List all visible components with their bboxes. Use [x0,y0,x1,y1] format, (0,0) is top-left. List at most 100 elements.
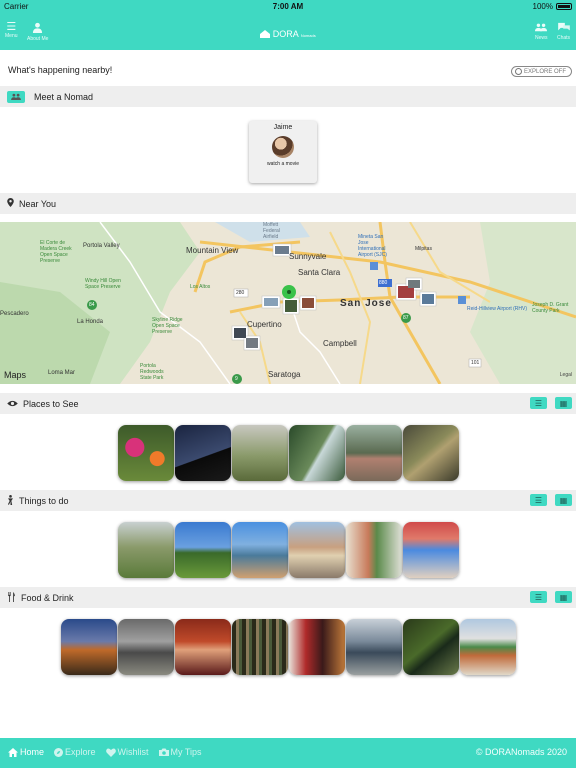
place-thumbnail[interactable] [402,425,459,481]
section-things: Things to do ☰ ▦ [0,490,576,511]
map-label: San Jose [340,298,392,309]
home-icon [8,747,18,757]
thing-thumbnail[interactable] [231,522,288,578]
map-label: El Corte de Madera Creek Open Space Pres… [40,240,72,264]
place-thumbnail[interactable] [345,425,402,481]
highway-shield: 9 [235,376,238,382]
group-icon [535,22,548,35]
highway-shield: 87 [403,315,409,321]
chats-label: Chats [557,35,571,41]
map-label: La Honda [77,319,104,325]
brand-logo: DORA Nomads [0,29,576,39]
nomad-name: Jaime [273,124,293,131]
food-thumbnail[interactable] [345,619,402,675]
highway-shield: 101 [471,360,480,366]
highway-shield: 880 [379,280,388,286]
food-thumbnail[interactable] [174,619,231,675]
list-view-button[interactable]: ☰ [530,591,547,603]
avatar [272,136,294,158]
nearby-map[interactable]: Mountain View Sunnyvale Santa Clara San … [0,222,576,384]
tab-label: Home [20,747,45,757]
tab-home[interactable]: Home [8,747,44,757]
map-view-button[interactable]: ▦ [555,494,572,506]
place-thumbnail[interactable] [231,425,288,481]
news-label: News [535,35,548,41]
highway-shield: 280 [236,290,245,296]
map-label: Moffett Federal Airfield [263,222,280,240]
food-thumbnail[interactable] [117,619,174,675]
tab-my-tips[interactable]: My Tips [158,747,202,757]
map-label: Mountain View [186,246,239,255]
tab-label: Explore [65,747,96,757]
food-thumbnail[interactable] [459,619,516,675]
chats-button[interactable]: Chats [557,22,570,41]
thing-thumbnail[interactable] [402,522,459,578]
highway-shield: 84 [89,302,95,308]
map-label: Campbell [323,339,357,348]
tab-label: My Tips [170,747,202,757]
explore-toggle-label: EXPLORE OFF [523,68,566,75]
list-icon: ☰ [534,398,543,408]
compass-icon [54,747,64,757]
clock: 7:00 AM [272,2,304,11]
tab-explore[interactable]: Explore [54,747,96,757]
place-thumbnail[interactable] [174,425,231,481]
section-title: Things to do [19,495,69,506]
battery-status: 100% [533,2,572,11]
copyright: © DORANomads 2020 [475,747,567,757]
thing-thumbnail[interactable] [117,522,174,578]
news-button[interactable]: News [535,22,548,41]
list-icon: ☰ [534,592,543,602]
map-icon: ▦ [559,495,568,505]
place-thumbnail[interactable] [117,425,174,481]
nomad-activity: watch a movie [267,161,299,167]
food-gallery [0,619,576,675]
food-thumbnail[interactable] [402,619,459,675]
figure-icon [7,494,14,507]
map-legal-link[interactable]: Legal [560,372,572,378]
map-view-button[interactable]: ▦ [555,591,572,603]
brand-name: DORA [272,29,299,39]
tab-label: Wishlist [117,747,149,757]
list-view-button[interactable]: ☰ [530,397,547,409]
explore-toggle[interactable]: EXPLORE OFF [510,66,572,77]
map-label: Reid-Hillview Airport (RHV) [467,306,528,312]
map-label: Portola Valley [83,243,120,249]
place-thumbnail[interactable] [288,425,345,481]
thing-thumbnail[interactable] [174,522,231,578]
tab-wishlist[interactable]: Wishlist [105,747,149,757]
brand-sub: Nomads [300,33,316,38]
map-label: Mineta San Jose International Airport (S… [358,234,387,258]
list-view-button[interactable]: ☰ [530,494,547,506]
view-toggle: ☰ ▦ [530,591,572,603]
map-label: Los Altos [190,284,211,290]
map-label: Milpitas [415,246,432,252]
food-thumbnail[interactable] [60,619,117,675]
battery-percent: 100% [532,2,553,11]
map-label: Pescadero [0,311,29,317]
top-navigation: ☰ Menu About Me DORA Nomads News Chats [0,12,576,50]
thing-thumbnail[interactable] [345,522,402,578]
thing-thumbnail[interactable] [288,522,345,578]
map-label: Joseph D. Grant County Park [532,302,569,314]
map-label: Saratoga [268,370,301,379]
nomad-card[interactable]: Jaime watch a movie [249,121,317,183]
section-title: Food & Drink [21,592,74,603]
map-label: Windy Hill Open Space Preserve [85,278,121,290]
map-label: Loma Mar [48,370,76,376]
places-gallery [0,425,576,481]
food-thumbnail[interactable] [231,619,288,675]
happening-header: What's happening nearby! EXPLORE OFF [0,60,576,82]
battery-icon [556,3,572,10]
maps-logo: Maps [4,370,26,380]
things-gallery [0,522,576,578]
toggle-knob [514,68,522,75]
heart-icon [105,748,116,757]
section-title: Near You [19,198,57,209]
status-bar: Carrier 7:00 AM 100% [0,0,576,12]
section-meet-nomad: Meet a Nomad [0,86,576,107]
maps-brand: Maps [4,370,27,380]
map-view-button[interactable]: ▦ [555,397,572,409]
food-thumbnail[interactable] [288,619,345,675]
view-toggle: ☰ ▦ [530,397,572,409]
